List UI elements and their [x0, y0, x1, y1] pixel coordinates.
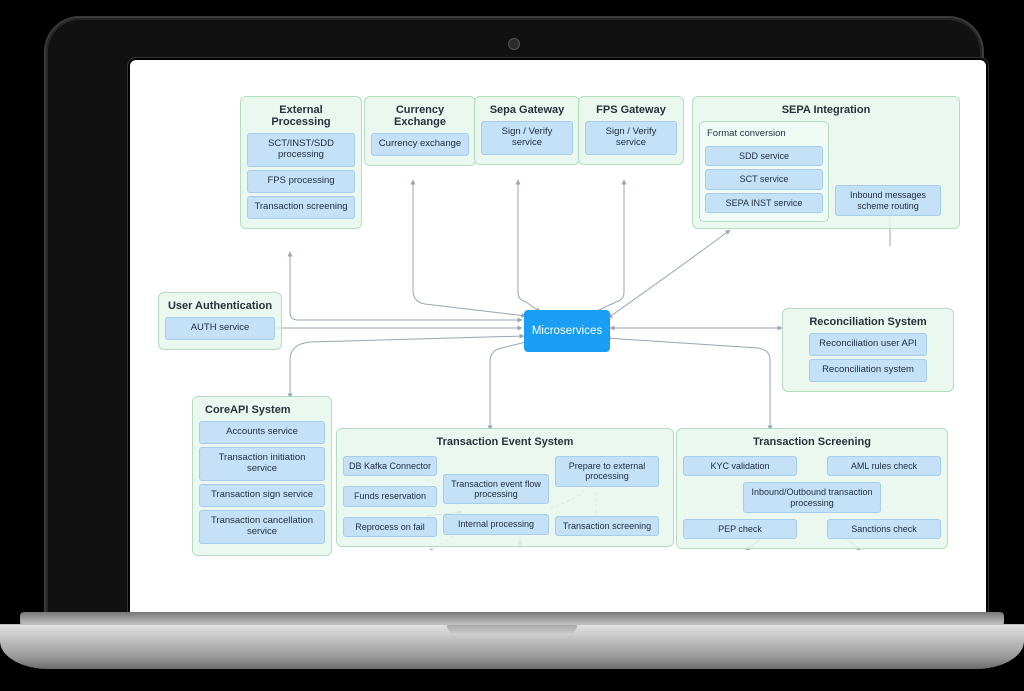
group-currency-exchange: Currency Exchange Currency exchange: [364, 96, 476, 166]
svc-transaction-screening: Transaction screening: [247, 196, 355, 219]
svc-currency-exchange: Currency exchange: [371, 133, 469, 156]
svc-pep: PEP check: [683, 519, 797, 539]
svc-accounts: Accounts service: [199, 421, 325, 444]
svc-sanctions: Sanctions check: [827, 519, 941, 539]
microservices-hub: Microservices: [524, 310, 610, 352]
group-transaction-screening: Transaction Screening KYC validation AML…: [676, 428, 948, 549]
group-fps-gateway: FPS Gateway Sign / Verify service: [578, 96, 684, 165]
svc-sign-verify: Sign / Verify service: [481, 121, 573, 155]
format-conversion-label: Format conversion: [705, 126, 823, 143]
group-sepa-gateway: Sepa Gateway Sign / Verify service: [474, 96, 580, 165]
microservices-label: Microservices: [532, 325, 602, 337]
svc-event-flow: Transaction event flow processing: [443, 474, 549, 505]
group-title: Currency Exchange: [373, 104, 467, 128]
svc-funds-reservation: Funds reservation: [343, 486, 437, 506]
svc-fps-processing: FPS processing: [247, 170, 355, 193]
group-title: CoreAPI System: [201, 404, 323, 416]
group-title: Transaction Screening: [685, 436, 939, 448]
svc-recon-system: Reconciliation system: [809, 359, 927, 382]
svc-db-kafka: DB Kafka Connector: [343, 456, 437, 476]
group-sepa-integration: SEPA Integration Format conversion SDD s…: [692, 96, 960, 229]
svc-sdd: SDD service: [705, 146, 823, 166]
laptop-bezel: Microservices External Processing SCT/IN…: [44, 16, 984, 628]
svc-kyc: KYC validation: [683, 456, 797, 476]
group-title: Transaction Event System: [345, 436, 665, 448]
group-reconciliation: Reconciliation System Reconciliation use…: [782, 308, 954, 392]
svc-sign-verify: Sign / Verify service: [585, 121, 677, 155]
svc-txn-initiation: Transaction initiation service: [199, 447, 325, 481]
svc-inbound-routing: Inbound messages scheme routing: [835, 185, 941, 216]
camera-icon: [508, 38, 520, 50]
svc-sct-inst-sdd: SCT/INST/SDD processing: [247, 133, 355, 167]
group-title: FPS Gateway: [587, 104, 675, 116]
svc-transaction-screening: Transaction screening: [555, 516, 659, 536]
svc-txn-sign: Transaction sign service: [199, 484, 325, 507]
group-transaction-event-system: Transaction Event System DB Kafka Connec…: [336, 428, 674, 547]
group-title: User Authentication: [167, 300, 273, 312]
group-title: Reconciliation System: [791, 316, 945, 328]
group-external-processing: External Processing SCT/INST/SDD process…: [240, 96, 362, 229]
stage: Microservices External Processing SCT/IN…: [0, 0, 1024, 691]
group-coreapi: CoreAPI System Accounts service Transact…: [192, 396, 332, 556]
svc-prepare-external: Prepare to external processing: [555, 456, 659, 487]
svc-internal-processing: Internal processing: [443, 514, 549, 534]
laptop-screen: Microservices External Processing SCT/IN…: [130, 60, 986, 620]
svc-sct: SCT service: [705, 169, 823, 189]
group-title: SEPA Integration: [701, 104, 951, 116]
svc-aml: AML rules check: [827, 456, 941, 476]
svc-sepa-inst: SEPA INST service: [705, 193, 823, 213]
group-title: Sepa Gateway: [483, 104, 571, 116]
group-user-auth: User Authentication AUTH service: [158, 292, 282, 350]
svc-auth: AUTH service: [165, 317, 275, 340]
group-title: External Processing: [249, 104, 353, 128]
format-conversion-subgroup: Format conversion SDD service SCT servic…: [699, 121, 829, 222]
svc-reprocess-on-fail: Reprocess on fail: [343, 517, 437, 537]
svc-recon-api: Reconciliation user API: [809, 333, 927, 356]
laptop-base: [0, 624, 1024, 669]
svc-io-processing: Inbound/Outbound transaction processing: [743, 482, 881, 513]
svc-txn-cancel: Transaction cancellation service: [199, 510, 325, 544]
